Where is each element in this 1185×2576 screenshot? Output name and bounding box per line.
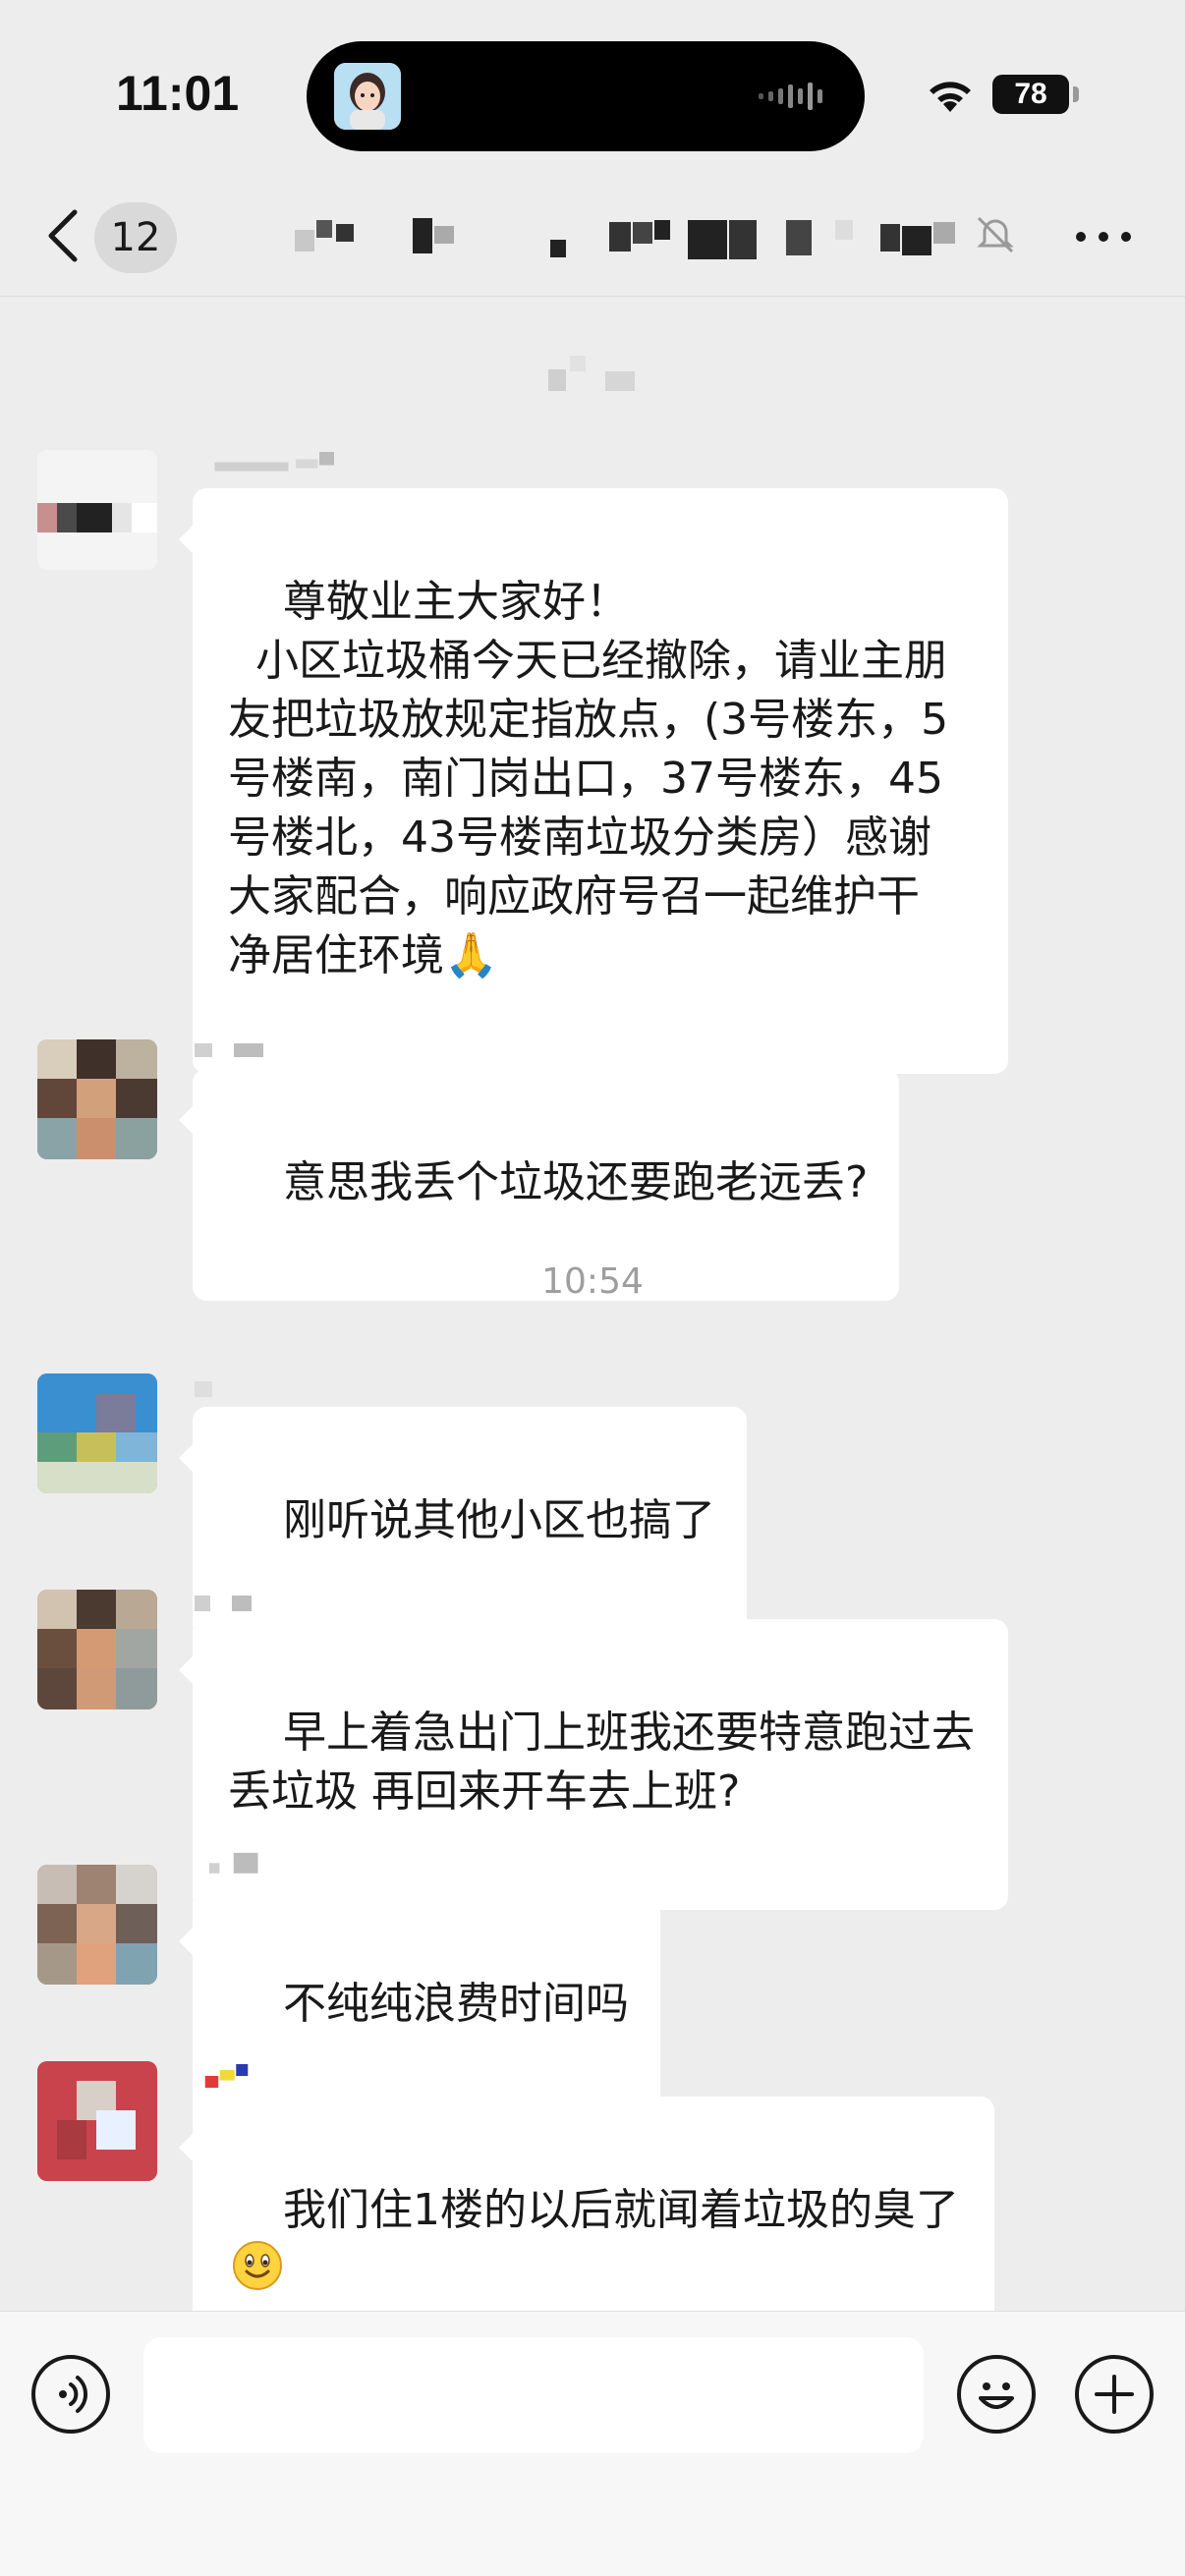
emoji-icon bbox=[979, 2382, 1014, 2409]
sender-avatar[interactable] bbox=[37, 450, 157, 570]
chat-header: 12 bbox=[0, 177, 1185, 297]
audio-wave-icon bbox=[759, 83, 822, 110]
sender-avatar[interactable] bbox=[37, 2061, 157, 2181]
status-bar: 11:01 78 bbox=[0, 0, 1185, 177]
message-text: 不纯纯浪费时间吗 bbox=[282, 1979, 629, 2029]
pray-emoji: 🙏 bbox=[444, 930, 498, 980]
plus-icon bbox=[1095, 2375, 1134, 2414]
more-functions-button[interactable] bbox=[1075, 2355, 1154, 2434]
timestamp-redacted bbox=[548, 356, 635, 391]
voice-input-button[interactable] bbox=[31, 2355, 110, 2434]
more-options-icon[interactable] bbox=[1073, 222, 1134, 252]
message-text: 早上着急出门上班我还要特意跑过去丢垃圾 再回来开车去上班? bbox=[228, 1708, 975, 1817]
message-bubble[interactable]: 尊敬业主大家好！ 小区垃圾桶今天已经撤除，请业主朋友把垃圾放规定指放点，(3号楼… bbox=[179, 488, 1008, 1074]
message-text: 尊敬业主大家好！ 小区垃圾桶今天已经撤除，请业主朋友把垃圾放规定指放点，(3号楼… bbox=[228, 577, 949, 980]
sender-name-redacted bbox=[195, 1043, 263, 1057]
battery-nub bbox=[1073, 86, 1079, 102]
dynamic-island bbox=[307, 41, 865, 151]
sender-name-redacted bbox=[214, 452, 334, 472]
back-icon[interactable] bbox=[43, 206, 83, 265]
emoji-button[interactable] bbox=[957, 2355, 1036, 2434]
island-avatar bbox=[334, 63, 401, 130]
message-bubble[interactable]: 早上着急出门上班我还要特意跑过去丢垃圾 再回来开车去上班? bbox=[179, 1619, 1008, 1910]
sender-name-redacted bbox=[195, 1596, 252, 1611]
input-bar bbox=[0, 2311, 1185, 2576]
unread-count-badge[interactable]: 12 bbox=[94, 202, 177, 273]
message-text: 意思我丢个垃圾还要跑老远丢? bbox=[282, 1157, 869, 1207]
chat-title-redacted[interactable] bbox=[285, 212, 1032, 267]
status-time: 11:01 bbox=[116, 66, 240, 121]
smiley-emoji-icon bbox=[233, 2241, 282, 2290]
message-text: 我们住1楼的以后就闻着垃圾的臭了 bbox=[282, 2185, 959, 2235]
battery-icon: 78 bbox=[992, 75, 1069, 114]
mute-icon bbox=[977, 216, 1014, 253]
voice-icon bbox=[59, 2376, 88, 2413]
sender-name-redacted bbox=[204, 2064, 249, 2088]
sender-name-redacted bbox=[208, 1852, 258, 1874]
sender-avatar[interactable] bbox=[37, 1590, 157, 1709]
sender-name-redacted bbox=[195, 1381, 212, 1397]
wifi-icon bbox=[930, 82, 971, 112]
sender-avatar[interactable] bbox=[37, 1373, 157, 1493]
message-input[interactable] bbox=[143, 2337, 924, 2453]
sender-avatar[interactable] bbox=[37, 1865, 157, 1985]
message-timestamp: 10:54 bbox=[541, 1261, 644, 1302]
sender-avatar[interactable] bbox=[37, 1039, 157, 1159]
message-list[interactable]: 尊敬业主大家好！ 小区垃圾桶今天已经撤除，请业主朋友把垃圾放规定指放点，(3号楼… bbox=[0, 297, 1185, 2387]
message-text: 刚听说其他小区也搞了 bbox=[282, 1495, 715, 1545]
